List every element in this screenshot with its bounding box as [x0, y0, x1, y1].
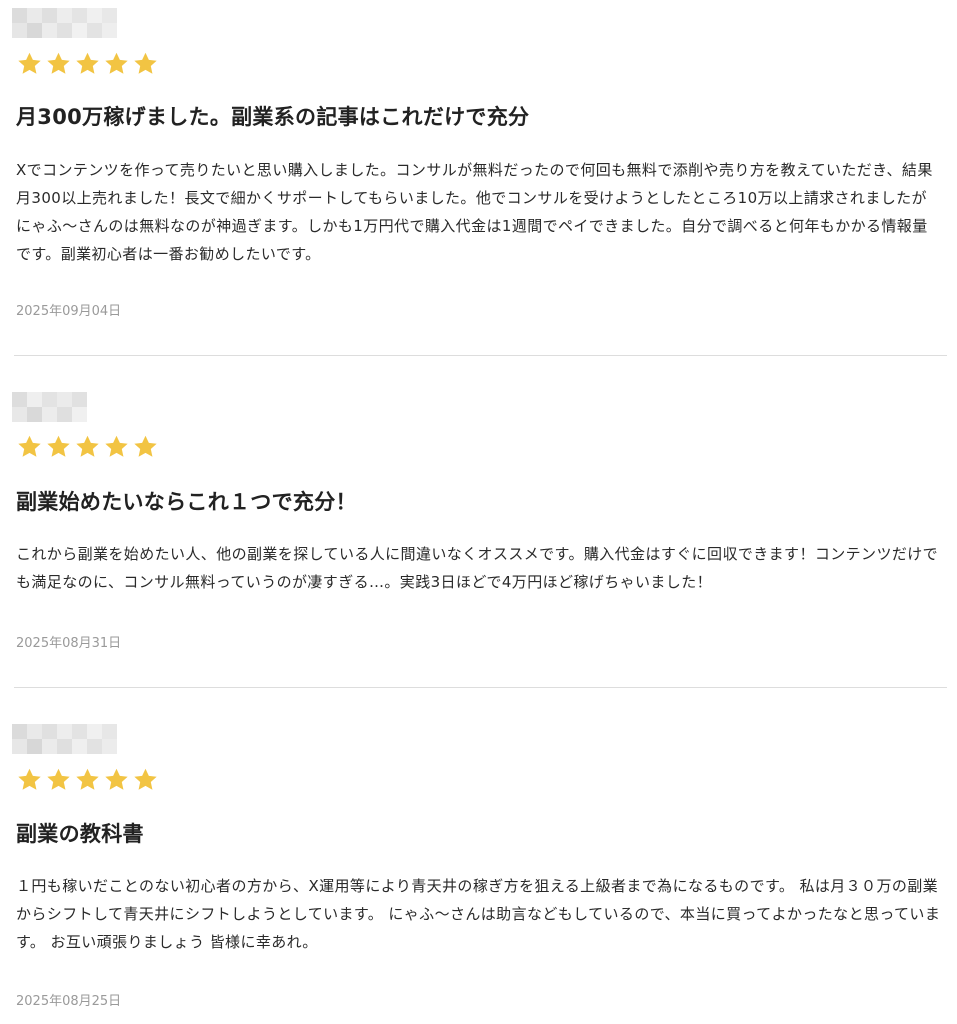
star-icon — [132, 767, 159, 793]
review-body: Xでコンテンツを作って売りたいと思い購入しました。コンサルが無料だったので何回も… — [16, 161, 933, 263]
star-icon — [74, 434, 101, 460]
review-title: 副業の教科書 — [16, 822, 144, 846]
star-icon — [74, 51, 101, 77]
star-rating — [16, 767, 159, 793]
star-icon — [45, 434, 72, 460]
blurred-avatar — [12, 8, 117, 38]
star-rating — [16, 434, 159, 460]
blurred-avatar — [12, 392, 87, 422]
star-icon — [103, 51, 130, 77]
review-list: 月300万稼げました。副業系の記事はこれだけで充分 Xでコンテンツを作って売りた… — [0, 0, 957, 1024]
star-icon — [45, 767, 72, 793]
blurred-avatar — [12, 724, 117, 754]
star-icon — [132, 51, 159, 77]
star-icon — [103, 767, 130, 793]
review-date: 2025年08月31日 — [16, 636, 122, 651]
star-icon — [16, 767, 43, 793]
star-icon — [132, 434, 159, 460]
star-rating — [16, 51, 159, 77]
review-date: 2025年09月04日 — [16, 304, 122, 319]
star-icon — [45, 51, 72, 77]
divider — [14, 355, 947, 356]
review-title: 副業始めたいならこれ１つで充分！ — [16, 490, 357, 514]
star-icon — [74, 767, 101, 793]
star-icon — [16, 434, 43, 460]
star-icon — [16, 51, 43, 77]
review-date: 2025年08月25日 — [16, 994, 122, 1009]
review-title: 月300万稼げました。副業系の記事はこれだけで充分 — [16, 105, 530, 129]
star-icon — [103, 434, 130, 460]
review-body: １円も稼いだことのない初心者の方から、X運用等により青天井の稼ぎ方を狙える上級者… — [16, 877, 941, 951]
review-body: これから副業を始めたい人、他の副業を探している人に間違いなくオススメです。購入代… — [16, 545, 939, 591]
divider — [14, 687, 947, 688]
